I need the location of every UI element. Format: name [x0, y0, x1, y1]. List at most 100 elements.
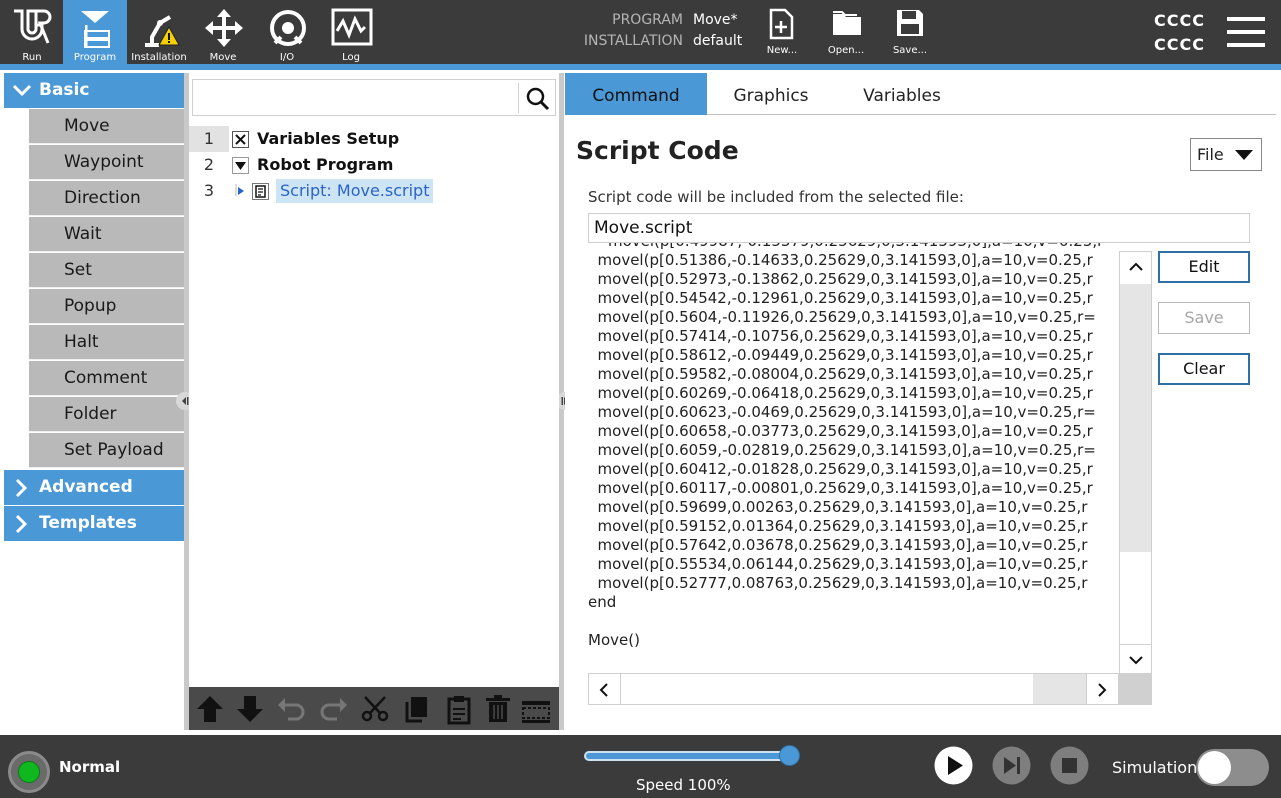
- scroll-down-button[interactable]: [1120, 644, 1151, 676]
- node-label: Halt: [64, 332, 99, 352]
- horizontal-scroll-thumb[interactable]: [1033, 674, 1087, 704]
- line-number: 1: [189, 126, 229, 152]
- code-line: movel(p[0.58612,-0.09449,0.25629,0,3.141…: [588, 346, 1093, 364]
- speed-slider-handle[interactable]: [779, 745, 800, 766]
- program-name: Move*: [693, 12, 738, 28]
- scroll-up-button[interactable]: [1120, 252, 1151, 284]
- node-label: Move: [64, 116, 110, 136]
- robot-name-line2: CCCC: [1154, 35, 1205, 54]
- node-move-button[interactable]: Move: [29, 109, 184, 144]
- stop-button[interactable]: [1050, 746, 1089, 785]
- suppress-icon[interactable]: [520, 693, 552, 725]
- category-advanced-header[interactable]: Advanced: [4, 470, 184, 505]
- nav-program-button[interactable]: Program: [63, 0, 127, 64]
- nav-io-label: I/O: [279, 52, 295, 63]
- tree-row-variables-setup[interactable]: 1 Variables Setup: [189, 126, 559, 152]
- save-button[interactable]: Save: [1158, 302, 1250, 334]
- simulation-label: Simulation: [1112, 758, 1198, 777]
- ur-logo-icon: [14, 9, 52, 44]
- chevron-right-icon: [1098, 683, 1107, 697]
- simulation-toggle[interactable]: [1196, 749, 1269, 786]
- line-number: 3: [203, 181, 215, 200]
- speed-label: Speed 100%: [636, 776, 731, 794]
- robot-arm-warning-icon: [145, 15, 180, 47]
- redo-icon[interactable]: [317, 693, 349, 725]
- tree-row-robot-program[interactable]: 2 Robot Program: [189, 152, 559, 178]
- nav-run-button[interactable]: Run: [0, 0, 64, 64]
- scroll-right-button[interactable]: [1086, 674, 1118, 704]
- simulation-toggle-knob: [1198, 751, 1231, 784]
- program-nodes-panel: Basic Move Waypoint Direction Wait Set P…: [4, 73, 185, 730]
- category-basic-header[interactable]: Basic: [4, 73, 184, 108]
- open-file-label: Open...: [827, 45, 865, 56]
- tree-row-script[interactable]: 3 Script: Move.script: [189, 178, 559, 204]
- node-wait-button[interactable]: Wait: [29, 217, 184, 252]
- step-button[interactable]: [992, 746, 1031, 785]
- node-halt-button[interactable]: Halt: [29, 325, 184, 360]
- horizontal-scrollbar[interactable]: [588, 673, 1119, 705]
- nav-move-label: Move: [209, 52, 237, 63]
- edit-button[interactable]: Edit: [1158, 251, 1250, 283]
- move-up-icon[interactable]: [194, 693, 226, 725]
- hamburger-menu-icon[interactable]: [1227, 17, 1265, 47]
- code-line: movel(p[0.6059,-0.02819,0.25629,0,3.1415…: [588, 441, 1096, 459]
- tab-command[interactable]: Command: [565, 73, 707, 115]
- nav-log-button[interactable]: Log: [319, 0, 383, 64]
- vertical-scrollbar[interactable]: [1119, 251, 1152, 677]
- script-code-view[interactable]: movel(p[0.49987,-0.15379,0.25629,0,3.141…: [588, 243, 1119, 683]
- vertical-scroll-thumb[interactable]: [1120, 284, 1151, 552]
- node-comment-button[interactable]: Comment: [29, 361, 184, 396]
- footer-bar: Normal Speed 100% Simulation: [0, 735, 1281, 798]
- code-line: movel(p[0.59699,0.00263,0.25629,0,3.1415…: [588, 498, 1088, 516]
- nav-installation-button[interactable]: Installation: [127, 0, 191, 64]
- tab-graphics[interactable]: Graphics: [707, 73, 835, 115]
- current-node-arrow-icon: [235, 184, 244, 196]
- new-file-icon: [769, 8, 794, 40]
- chevron-down-icon: [12, 84, 32, 97]
- node-direction-button[interactable]: Direction: [29, 181, 184, 216]
- undo-icon[interactable]: [276, 693, 308, 725]
- node-popup-button[interactable]: Popup: [29, 289, 184, 324]
- script-source-value: File: [1197, 145, 1224, 164]
- code-line: movel(p[0.5604,-0.11926,0.25629,0,3.1415…: [588, 308, 1096, 326]
- play-button[interactable]: [934, 746, 973, 785]
- cut-icon[interactable]: [359, 693, 391, 725]
- node-set-button[interactable]: Set: [29, 253, 184, 288]
- search-icon[interactable]: [526, 87, 550, 111]
- category-advanced-label: Advanced: [39, 477, 133, 497]
- search-divider: [518, 83, 519, 113]
- nav-io-button[interactable]: I/O: [255, 0, 319, 64]
- node-set-payload-button[interactable]: Set Payload: [29, 433, 184, 468]
- copy-icon[interactable]: [401, 693, 433, 725]
- script-file-icon: [252, 183, 269, 200]
- code-line: movel(p[0.60658,-0.03773,0.25629,0,3.141…: [588, 422, 1093, 440]
- script-file-name-field[interactable]: Move.script: [588, 213, 1250, 243]
- robot-status-indicator[interactable]: [8, 751, 50, 793]
- code-line: movel(p[0.59152,0.01364,0.25629,0,3.1415…: [588, 517, 1088, 535]
- tree-search-box[interactable]: [192, 79, 556, 116]
- open-file-button[interactable]: Open...: [816, 0, 876, 64]
- chevron-right-icon: [15, 514, 28, 534]
- save-file-button[interactable]: Save...: [880, 0, 940, 64]
- new-file-button[interactable]: New...: [752, 0, 812, 64]
- program-key: PROGRAM: [612, 12, 683, 28]
- save-disk-icon: [897, 10, 923, 36]
- paste-icon[interactable]: [443, 693, 475, 725]
- node-label: Set: [64, 260, 92, 280]
- tab-variables[interactable]: Variables: [835, 73, 969, 115]
- node-label: Comment: [64, 368, 148, 388]
- open-folder-icon: [833, 11, 861, 35]
- scroll-left-button[interactable]: [589, 674, 621, 704]
- move-down-icon[interactable]: [234, 693, 266, 725]
- delete-trash-icon[interactable]: [482, 693, 514, 725]
- nav-move-button[interactable]: Move: [191, 0, 255, 64]
- script-source-select[interactable]: File: [1190, 138, 1262, 171]
- speed-slider-track[interactable]: [584, 751, 790, 761]
- category-templates-header[interactable]: Templates: [4, 506, 184, 541]
- clear-button[interactable]: Clear: [1158, 353, 1250, 385]
- tree-search-input[interactable]: [197, 84, 515, 111]
- collapse-triangle-icon[interactable]: [232, 157, 249, 174]
- top-bar: Run Program Installation Move I/O Log PR…: [0, 0, 1281, 64]
- node-folder-button[interactable]: Folder: [29, 397, 184, 432]
- node-waypoint-button[interactable]: Waypoint: [29, 145, 184, 180]
